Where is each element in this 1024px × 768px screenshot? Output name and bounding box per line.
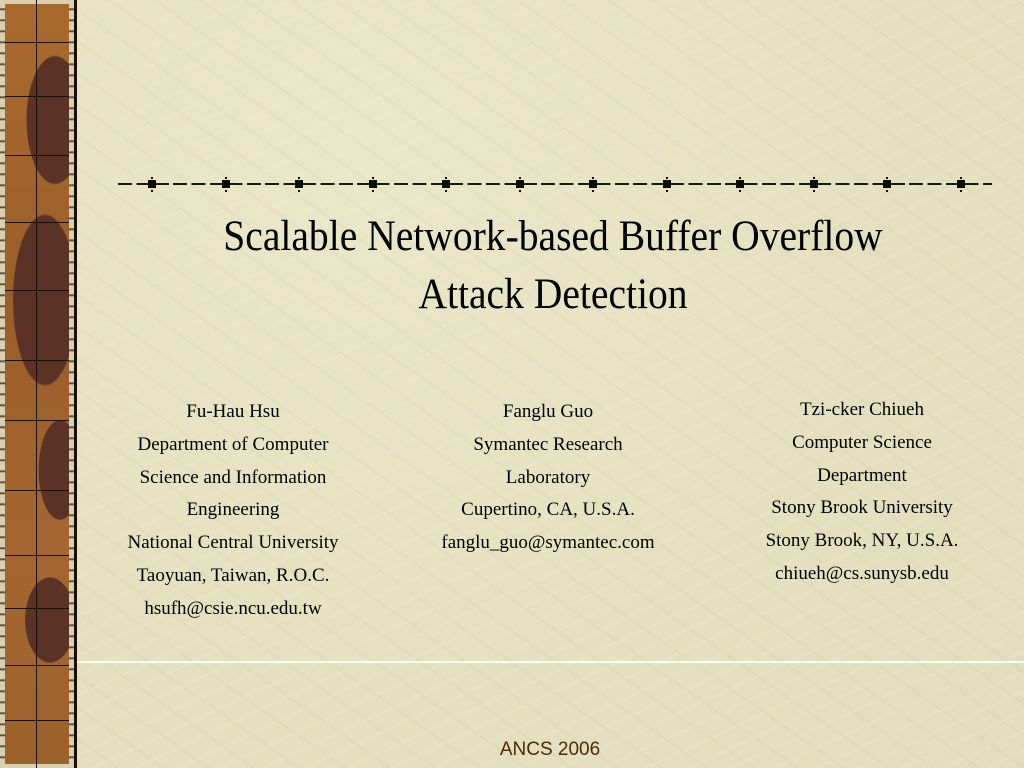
author-block: Tzi-cker Chiueh Computer Science Departm… — [716, 394, 1008, 591]
author-name: Fanglu Guo — [502, 401, 594, 422]
author-affiliation-line: Engineering — [186, 499, 280, 521]
author-affiliation-line: Symantec Research — [473, 433, 623, 455]
author-name: Fu-Hau Hsu — [186, 401, 280, 422]
sidebar-edge-right — [69, 0, 74, 768]
dashed-rule-square — [515, 177, 524, 192]
dashed-rule-square — [295, 177, 303, 192]
author-email: fanglu_guo@symantec.com — [441, 532, 655, 554]
author-affiliation-line: Science and Information — [139, 466, 327, 488]
sidebar-grid-line — [5, 490, 69, 491]
sidebar-grid-line — [5, 155, 69, 156]
sidebar-grid-line — [5, 42, 69, 43]
sidebar-grid-line — [5, 222, 69, 223]
sidebar-grid-line — [5, 720, 69, 721]
dashed-rule-square — [589, 177, 597, 192]
sidebar-edge-left — [0, 0, 5, 768]
dashed-rule-square — [368, 177, 377, 192]
dashed-rule-square — [148, 177, 156, 192]
author-email: chiueh@cs.sunysb.edu — [775, 562, 949, 584]
slide-background — [77, 0, 1024, 768]
author-affiliation-line: Taoyuan, Taiwan, R.O.C. — [136, 564, 330, 586]
author-affiliation-line: Department — [817, 464, 907, 486]
sidebar-grid-line — [5, 360, 69, 361]
sidebar-top-cap — [0, 0, 74, 4]
decorative-sidebar — [0, 0, 77, 768]
dashed-rule-square — [736, 177, 744, 192]
author-block: Fanglu Guo Symantec Research Laboratory … — [400, 396, 696, 560]
author-block: Fu-Hau Hsu Department of Computer Scienc… — [88, 396, 378, 626]
author-name: Tzi-cker Chiueh — [800, 399, 924, 420]
author-affiliation-line: Laboratory — [505, 466, 591, 488]
decorative-dashed-rule — [118, 183, 992, 185]
slide-footer: ANCS 2006 — [499, 739, 601, 760]
author-affiliation-line: Computer Science — [792, 431, 932, 453]
sidebar-grid-line — [5, 665, 69, 666]
sidebar-grid-line — [5, 420, 69, 421]
footer-divider — [77, 661, 1024, 663]
sidebar-grid-line — [5, 96, 69, 97]
author-affiliation-line: Stony Brook University — [771, 497, 953, 519]
dashed-rule-square — [883, 177, 891, 192]
author-affiliation-line: Cupertino, CA, U.S.A. — [461, 499, 635, 521]
author-email: hsufh@csie.ncu.edu.tw — [144, 597, 322, 619]
title-line: Attack Detection — [418, 271, 688, 318]
dashed-rule-square — [662, 177, 671, 192]
sidebar-grid-line — [5, 608, 69, 609]
dashed-rule-square — [956, 177, 965, 192]
sidebar-bottom-cap — [0, 764, 74, 768]
sidebar-vertical-line — [36, 0, 37, 768]
author-affiliation-line: National Central University — [127, 532, 339, 554]
dashed-rule-square — [221, 177, 230, 192]
dashed-rule-square — [809, 177, 818, 192]
slide-title: Scalable Network-based Buffer Overflow A… — [164, 208, 942, 324]
sidebar-grid-line — [5, 290, 69, 291]
author-affiliation-line: Department of Computer — [137, 433, 329, 455]
sidebar-grid-line — [5, 555, 69, 556]
author-affiliation-line: Stony Brook, NY, U.S.A. — [765, 530, 959, 552]
title-line: Scalable Network-based Buffer Overflow — [223, 213, 883, 260]
dashed-rule-square — [442, 177, 450, 192]
